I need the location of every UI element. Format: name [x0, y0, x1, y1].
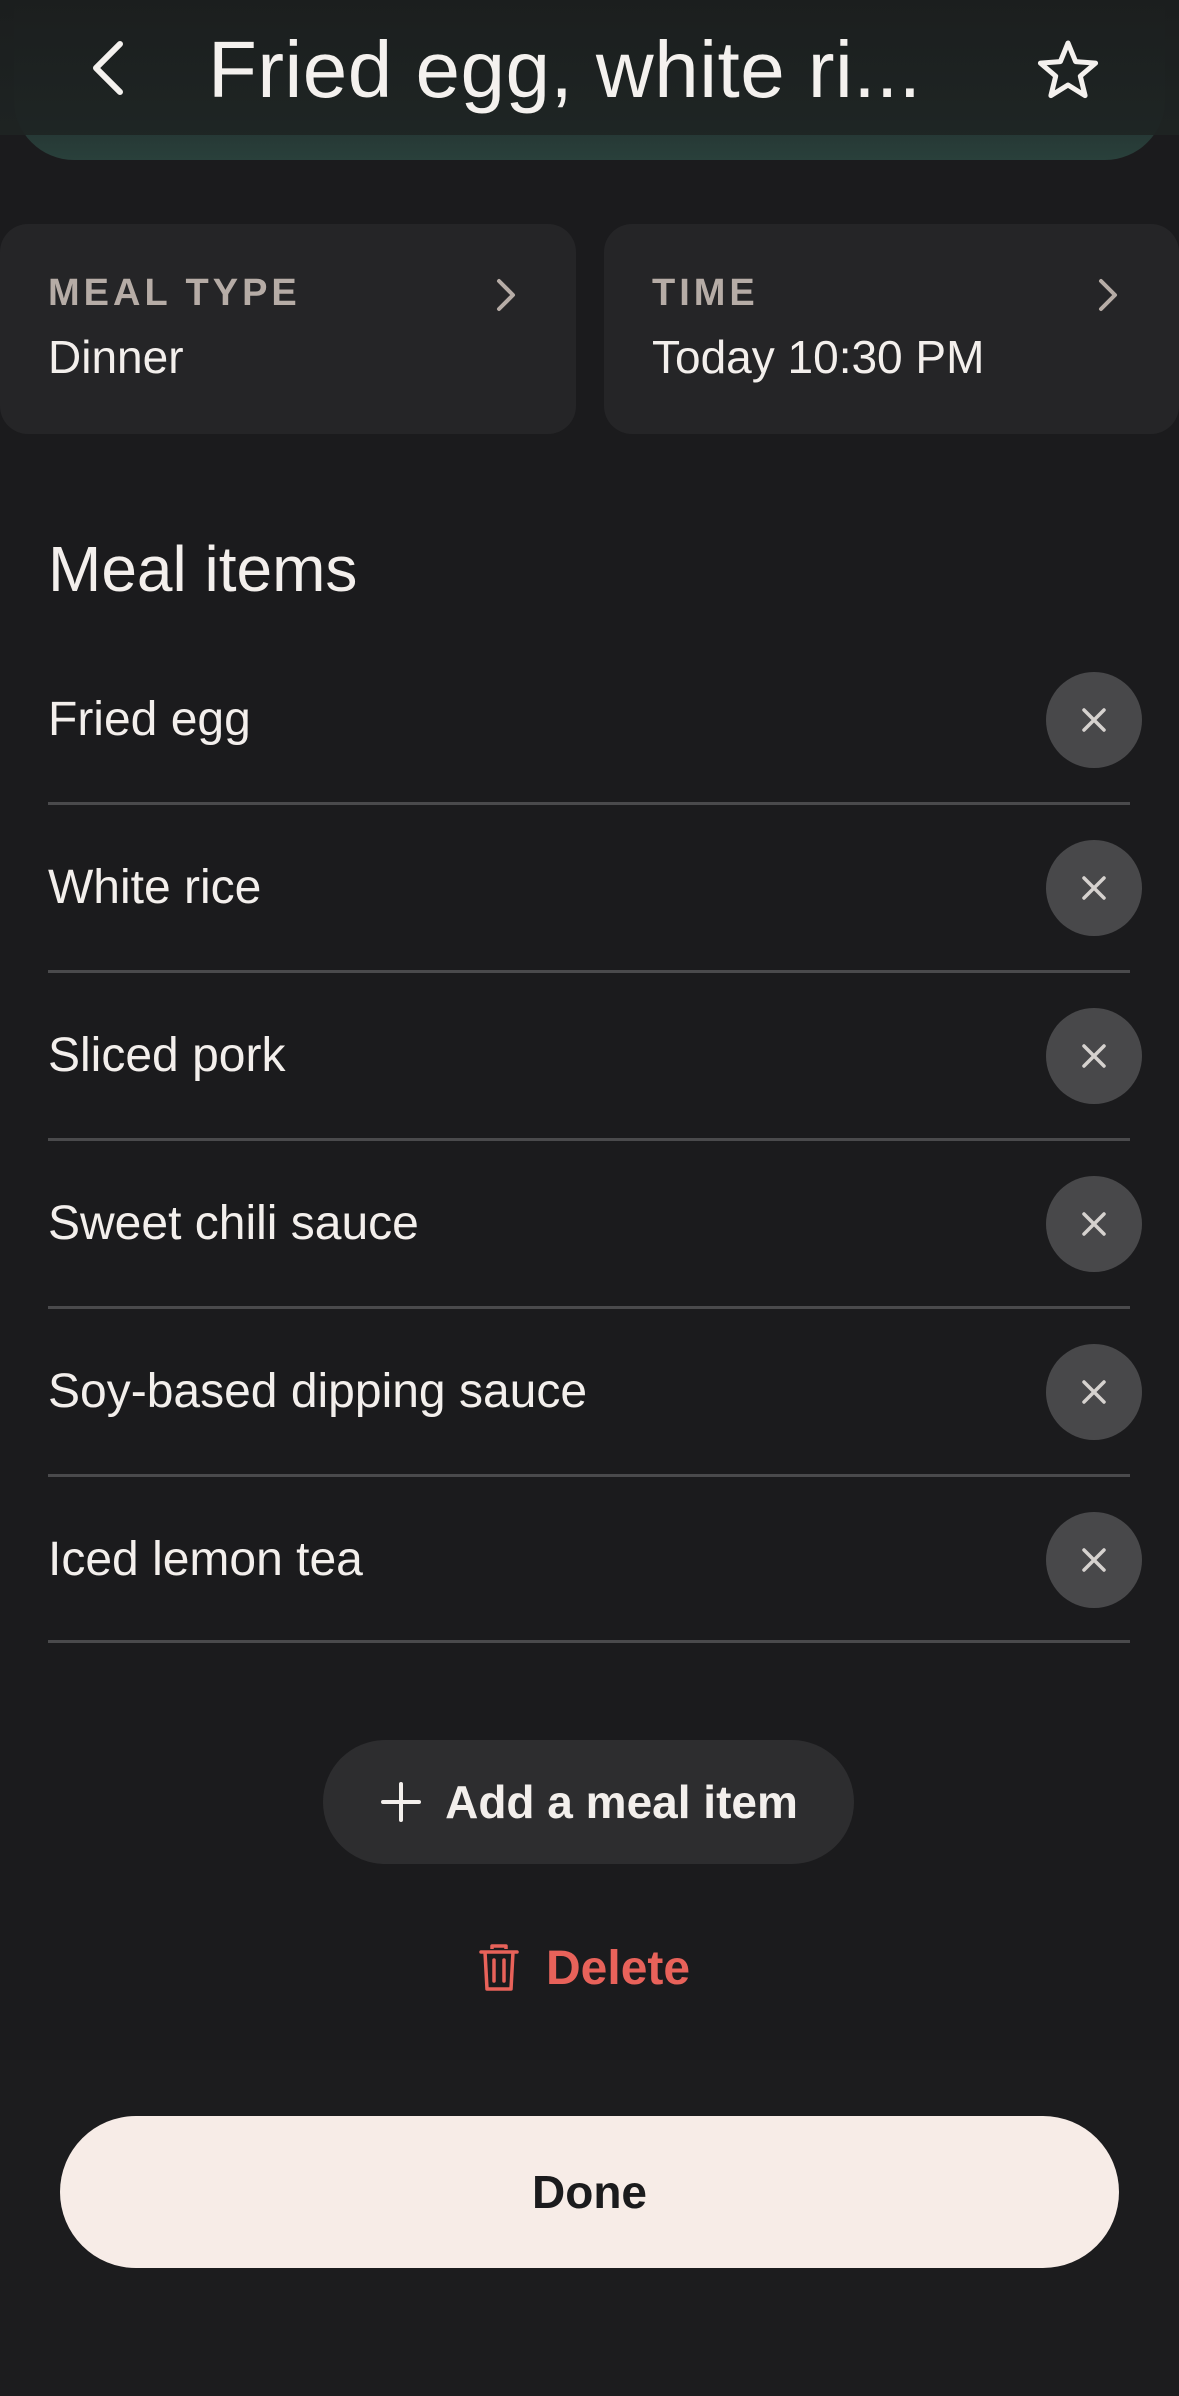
back-button[interactable]	[70, 28, 150, 108]
meal-item-label: White rice	[48, 861, 262, 914]
top-bar: Fried egg, white ri...	[0, 0, 1179, 135]
add-meal-item-button[interactable]: Add a meal item	[323, 1740, 854, 1864]
chevron-right-icon	[482, 272, 528, 318]
done-button[interactable]: Done	[60, 2116, 1119, 2268]
close-icon	[1082, 1212, 1106, 1236]
remove-item-button[interactable]	[1046, 672, 1142, 768]
list-item: Fried egg	[0, 636, 1179, 804]
close-icon	[1082, 1548, 1106, 1572]
list-item: White rice	[0, 804, 1179, 972]
meal-type-card[interactable]: MEAL TYPE Dinner	[0, 224, 576, 434]
chevron-left-icon	[93, 41, 123, 95]
list-item: Sweet chili sauce	[0, 1140, 1179, 1308]
delete-label: Delete	[546, 1941, 691, 1995]
remove-item-button[interactable]	[1046, 1176, 1142, 1272]
list-item: Sliced pork	[0, 972, 1179, 1140]
plus-icon	[381, 1782, 422, 1822]
time-card[interactable]: TIME Today 10:30 PM	[604, 224, 1179, 434]
close-icon	[1082, 1380, 1106, 1404]
meal-items-heading: Meal items	[48, 533, 358, 605]
list-item: Iced lemon tea	[0, 1476, 1179, 1644]
list-item: Soy-based dipping sauce	[0, 1308, 1179, 1476]
page-title: Fried egg, white ri...	[208, 25, 922, 114]
remove-item-button[interactable]	[1046, 1344, 1142, 1440]
remove-item-button[interactable]	[1046, 1008, 1142, 1104]
time-label: TIME	[652, 272, 759, 314]
done-label: Done	[532, 2166, 647, 2218]
divider	[48, 1640, 1130, 1643]
favorite-button[interactable]	[1026, 28, 1110, 112]
meal-item-label: Fried egg	[48, 693, 251, 746]
meal-item-label: Soy-based dipping sauce	[48, 1365, 588, 1418]
trash-icon	[479, 1944, 519, 1991]
header: Fried egg, white ri...	[0, 0, 1179, 170]
close-icon	[1082, 1044, 1106, 1068]
meal-item-label: Sliced pork	[48, 1029, 286, 1082]
meal-type-value: Dinner	[48, 331, 184, 383]
close-icon	[1082, 876, 1106, 900]
close-icon	[1082, 708, 1106, 732]
time-value: Today 10:30 PM	[652, 331, 985, 383]
add-meal-item-label: Add a meal item	[445, 1776, 798, 1828]
meal-item-label: Sweet chili sauce	[48, 1197, 419, 1250]
chevron-right-icon	[1084, 272, 1130, 318]
meal-type-label: MEAL TYPE	[48, 272, 301, 314]
delete-button[interactable]: Delete	[478, 1936, 690, 2000]
remove-item-button[interactable]	[1046, 840, 1142, 936]
star-icon	[1037, 40, 1099, 99]
meal-item-label: Iced lemon tea	[48, 1533, 363, 1586]
remove-item-button[interactable]	[1046, 1512, 1142, 1608]
